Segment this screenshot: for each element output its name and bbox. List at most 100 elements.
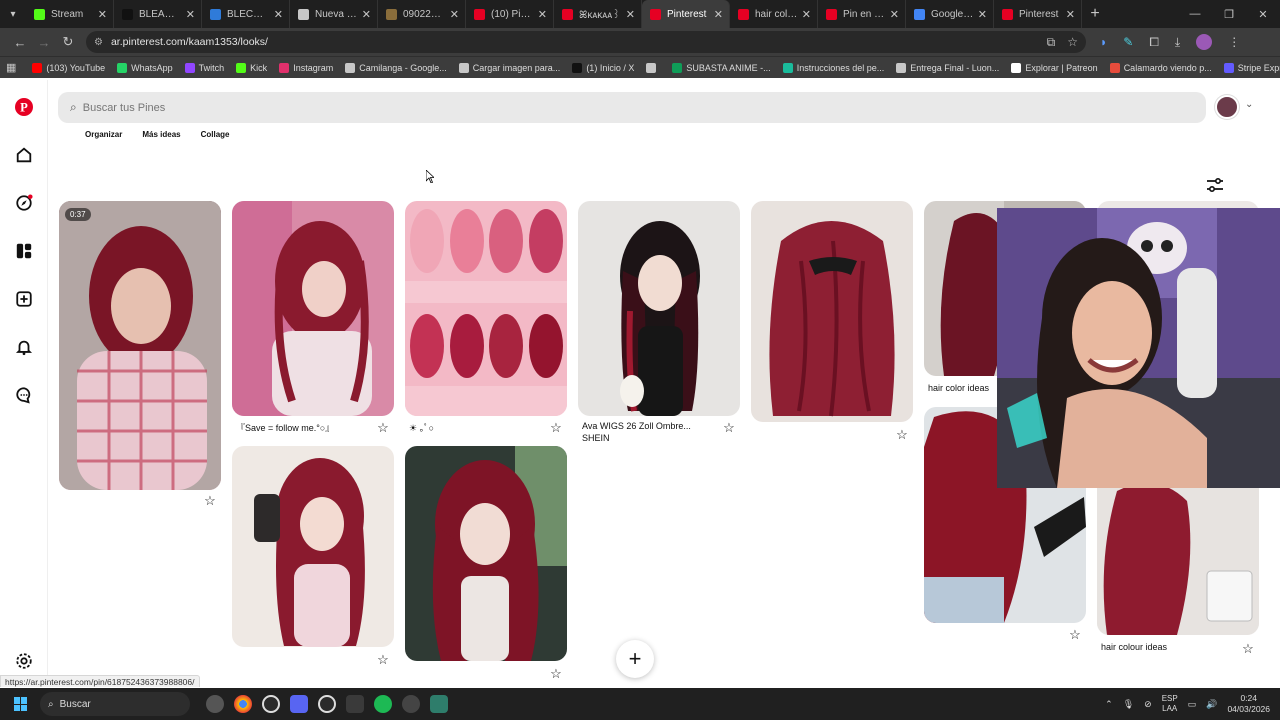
bookmark-item[interactable]: Instrucciones del pe... (777, 57, 891, 79)
translate-extension-icon[interactable]: ✎ (1123, 35, 1133, 49)
save-star-icon[interactable]: ☆ (376, 653, 390, 667)
bookmark-item[interactable]: (1) Inicio / X (566, 57, 640, 79)
install-app-icon[interactable]: ⧉ (1047, 35, 1056, 50)
minimize-icon[interactable]: — (1178, 0, 1212, 28)
pin-card[interactable] (232, 446, 394, 647)
app-icon[interactable] (402, 695, 420, 713)
volume-icon[interactable]: 🔊 (1206, 699, 1217, 710)
tab-close-icon[interactable]: ✕ (538, 8, 547, 21)
url-field[interactable]: ⚙ ar.pinterest.com/kaam1353/looks/ ⧉ ☆ (86, 31, 1086, 53)
pin-source[interactable]: SHEIN (582, 433, 610, 443)
streamlabs-icon[interactable] (318, 695, 336, 713)
extension-icon[interactable]: ◗ (1100, 35, 1107, 49)
bookmark-item[interactable]: Stripe Express (1218, 57, 1280, 79)
browser-tab[interactable]: Pin en Looks ✕ (818, 0, 906, 28)
settings-gear-icon[interactable] (13, 650, 35, 672)
explore-icon[interactable] (13, 192, 35, 214)
bookmark-item[interactable]: Camilanga - Google... (339, 57, 453, 79)
pin-card[interactable]: 0:37 (59, 201, 221, 490)
tab-close-icon[interactable]: ✕ (626, 8, 635, 21)
pin-title[interactable]: hair color ideas (928, 383, 989, 393)
bookmark-item[interactable]: SUBASTA ANIME -... (666, 57, 776, 79)
messages-icon[interactable] (13, 384, 35, 406)
create-icon[interactable] (13, 288, 35, 310)
forward-icon[interactable]: → (32, 30, 56, 54)
reload-icon[interactable]: ↻ (56, 30, 80, 54)
tab-close-icon[interactable]: ✕ (450, 8, 459, 21)
pin-card[interactable] (751, 201, 913, 422)
apps-grid-icon[interactable]: ▦ (6, 61, 16, 74)
task-view-icon[interactable] (206, 695, 224, 713)
app-icon[interactable] (346, 695, 364, 713)
save-star-icon[interactable]: ☆ (549, 421, 563, 435)
browser-tab[interactable]: BLEACH TYB ✕ (114, 0, 202, 28)
notifications-bell-icon[interactable] (13, 336, 35, 358)
add-pin-button[interactable]: + (616, 640, 654, 678)
save-star-icon[interactable]: ☆ (895, 428, 909, 442)
save-star-icon[interactable]: ☆ (722, 421, 736, 435)
system-clock[interactable]: 0:24 04/03/2026 (1227, 693, 1270, 715)
windows-start-icon[interactable] (14, 697, 28, 711)
bookmark-star-icon[interactable]: ☆ (1067, 35, 1078, 50)
account-chevron-down-icon[interactable]: ⌄ (1245, 99, 1253, 110)
bookmark-item[interactable]: Calamardo viendo p... (1104, 57, 1218, 79)
spotify-icon[interactable] (374, 695, 392, 713)
bookmark-item[interactable]: (103) YouTube (26, 57, 111, 79)
tab-close-icon[interactable]: ✕ (890, 8, 899, 21)
close-window-icon[interactable]: ✕ (1246, 0, 1280, 28)
more-ideas-tab[interactable]: Más ideas (142, 130, 180, 139)
tab-search-icon[interactable]: ▾ (0, 0, 26, 28)
pin-title[interactable]: Ava WIGS 26 Zoll Ombre... (582, 421, 691, 431)
collage-tab[interactable]: Collage (201, 130, 230, 139)
tab-close-icon[interactable]: ✕ (1066, 8, 1075, 21)
tray-chevron-up-icon[interactable]: ⌃ (1105, 699, 1113, 710)
bookmark-item[interactable]: Kick (230, 57, 273, 79)
taskbar-search-input[interactable]: ⌕ Buscar (40, 692, 190, 716)
browser-tab[interactable]: 090226catra ✕ (378, 0, 466, 28)
home-icon[interactable] (13, 144, 35, 166)
user-avatar[interactable] (1215, 95, 1239, 119)
bookmark-item[interactable]: WhatsApp (111, 57, 179, 79)
chrome-icon[interactable] (234, 695, 252, 713)
language-indicator[interactable]: ESP LAA (1162, 694, 1178, 714)
tab-close-icon[interactable]: ✕ (186, 8, 195, 21)
search-input[interactable]: ⌕ Buscar tus Pines (58, 92, 1206, 123)
browser-tab[interactable]: Pinterest ✕ (994, 0, 1082, 28)
browser-tab[interactable]: Pinterest ✕ (642, 0, 730, 28)
tab-close-icon[interactable]: ✕ (98, 8, 107, 21)
profile-avatar[interactable] (1196, 34, 1213, 50)
save-star-icon[interactable]: ☆ (376, 421, 390, 435)
pin-card[interactable] (405, 201, 567, 416)
tab-close-icon[interactable]: ✕ (802, 8, 811, 21)
save-star-icon[interactable]: ☆ (549, 667, 563, 681)
save-star-icon[interactable]: ☆ (203, 494, 217, 508)
pin-title[interactable]: hair colour ideas (1101, 642, 1167, 652)
pinterest-logo-icon[interactable]: P (13, 96, 35, 118)
mic-muted-icon[interactable]: ⊘ (1144, 699, 1152, 710)
browser-tab[interactable]: ꕤᴋᴀᴋᴀᴀ꒱ ✕ (554, 0, 642, 28)
save-star-icon[interactable]: ☆ (1068, 628, 1082, 642)
microphone-icon[interactable]: 🎙 (1123, 699, 1134, 710)
app-icon[interactable] (430, 695, 448, 713)
tab-close-icon[interactable]: ✕ (978, 8, 987, 21)
organize-tab[interactable]: Organizar (85, 130, 122, 139)
tab-close-icon[interactable]: ✕ (714, 8, 723, 21)
bookmark-item[interactable]: Explorar | Patreon (1005, 57, 1103, 79)
tab-close-icon[interactable]: ✕ (362, 8, 371, 21)
extensions-puzzle-icon[interactable]: ⧠ (1149, 35, 1159, 50)
discord-icon[interactable] (290, 695, 308, 713)
back-icon[interactable]: ← (8, 30, 32, 54)
boards-icon[interactable] (13, 240, 35, 262)
browser-tab[interactable]: hair color id ✕ (730, 0, 818, 28)
browser-tab[interactable]: BLECH - Dro ✕ (202, 0, 290, 28)
menu-dots-icon[interactable]: ⋮ (1228, 35, 1240, 49)
bookmark-item[interactable] (640, 57, 666, 79)
network-icon[interactable]: ▭ (1188, 699, 1197, 710)
pin-title[interactable]: ☀︎ ｡ﾟ○ (409, 421, 434, 434)
browser-tab[interactable]: Google Imag ✕ (906, 0, 994, 28)
tab-close-icon[interactable]: ✕ (274, 8, 283, 21)
bookmark-item[interactable]: Entrega Final - Luon... (890, 57, 1005, 79)
obs-icon[interactable] (262, 695, 280, 713)
bookmark-item[interactable]: Cargar imagen para... (453, 57, 567, 79)
bookmark-item[interactable]: Instagram (273, 57, 339, 79)
